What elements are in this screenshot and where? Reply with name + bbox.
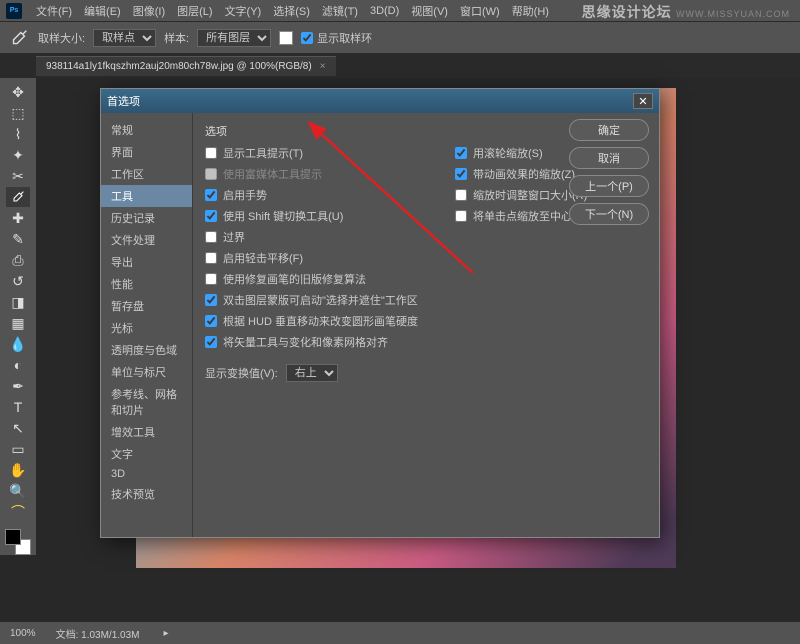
tool-dodge[interactable]: ◐ [6, 355, 30, 375]
swatch-icon[interactable] [279, 31, 293, 45]
menu-image[interactable]: 图像(I) [127, 3, 171, 19]
dialog-close-button[interactable]: ✕ [633, 93, 653, 109]
option-left-2[interactable]: 启用手势 [205, 187, 425, 203]
tool-marquee[interactable]: ⬚ [6, 103, 30, 123]
tool-banana[interactable]: ⌒ [6, 502, 30, 522]
doc-size: 文档: 1.03M/1.03M [56, 626, 140, 641]
tool-zoom[interactable]: 🔍 [6, 481, 30, 501]
prev-button[interactable]: 上一个(P) [569, 175, 649, 197]
nav-item-7[interactable]: 性能 [101, 273, 192, 295]
nav-item-8[interactable]: 暂存盘 [101, 295, 192, 317]
zoom-level[interactable]: 100% [10, 628, 36, 639]
nav-item-0[interactable]: 常规 [101, 119, 192, 141]
menu-view[interactable]: 视图(V) [405, 3, 454, 19]
transform-select[interactable]: 右上 [286, 364, 338, 382]
next-button[interactable]: 下一个(N) [569, 203, 649, 225]
option-right-0[interactable]: 用滚轮缩放(S) [455, 145, 587, 161]
nav-item-6[interactable]: 导出 [101, 251, 192, 273]
tool-history-brush[interactable]: ↺ [6, 271, 30, 291]
sample-mode-select[interactable]: 所有图层 [197, 29, 271, 47]
menu-3d[interactable]: 3D(D) [364, 5, 405, 17]
document-tab[interactable]: 938114a1ly1fkqszhm2auj20m80ch78w.jpg @ 1… [36, 56, 336, 76]
option-left-7[interactable]: 双击图层蒙版可启动"选择并遮住"工作区 [205, 292, 425, 308]
option-left-6[interactable]: 使用修复画笔的旧版修复算法 [205, 271, 425, 287]
option-left-9[interactable]: 将矢量工具与变化和像素网格对齐 [205, 334, 425, 350]
dialog-title-text: 首选项 [107, 93, 140, 109]
option-left-8[interactable]: 根据 HUD 垂直移动来改变圆形画笔硬度 [205, 313, 425, 329]
option-left-5[interactable]: 启用轻击平移(F) [205, 250, 425, 266]
tool-crop[interactable]: ✂ [6, 166, 30, 186]
nav-item-9[interactable]: 光标 [101, 317, 192, 339]
menu-window[interactable]: 窗口(W) [454, 3, 506, 19]
show-ring-checkbox[interactable]: 显示取样环 [301, 30, 372, 46]
chevron-right-icon[interactable]: ▸ [164, 628, 169, 639]
dialog-buttons: 确定 取消 上一个(P) 下一个(N) [569, 119, 649, 225]
option-left-0[interactable]: 显示工具提示(T) [205, 145, 425, 161]
eyedropper-icon [8, 27, 30, 49]
nav-item-12[interactable]: 参考线、网格和切片 [101, 383, 192, 421]
tool-brush[interactable]: ✎ [6, 229, 30, 249]
sample-size-label: 取样大小: [38, 30, 85, 46]
nav-item-13[interactable]: 增效工具 [101, 421, 192, 443]
tool-move[interactable]: ✥ [6, 82, 30, 102]
close-tab-icon[interactable]: × [320, 61, 326, 72]
ok-button[interactable]: 确定 [569, 119, 649, 141]
menu-type[interactable]: 文字(Y) [219, 3, 268, 19]
nav-item-2[interactable]: 工作区 [101, 163, 192, 185]
option-left-4[interactable]: 过界 [205, 229, 425, 245]
option-left-1: 使用富媒体工具提示 [205, 166, 425, 182]
tool-healing[interactable]: ✚ [6, 208, 30, 228]
transform-label: 显示变换值(V): [205, 365, 278, 381]
nav-item-3[interactable]: 工具 [101, 185, 192, 207]
tool-blur[interactable]: 💧 [6, 334, 30, 354]
nav-item-11[interactable]: 单位与标尺 [101, 361, 192, 383]
nav-item-15[interactable]: 3D [101, 465, 192, 483]
menu-filter[interactable]: 滤镜(T) [316, 3, 364, 19]
statusbar: 100% 文档: 1.03M/1.03M ▸ [0, 622, 800, 644]
nav-item-5[interactable]: 文件处理 [101, 229, 192, 251]
color-swatches[interactable] [5, 529, 31, 555]
tool-type[interactable]: T [6, 397, 30, 417]
nav-item-1[interactable]: 界面 [101, 141, 192, 163]
sample-size-select[interactable]: 取样点 [93, 29, 156, 47]
nav-item-14[interactable]: 文字 [101, 443, 192, 465]
toolbox: ✥ ⬚ ⌇ ✦ ✂ ✚ ✎ ⎙ ↺ ◨ ▦ 💧 ◐ ✒ T ↖ ▭ ✋ 🔍 ⌒ [0, 78, 36, 555]
option-left-3[interactable]: 使用 Shift 键切换工具(U) [205, 208, 425, 224]
menu-file[interactable]: 文件(F) [30, 3, 78, 19]
tool-eraser[interactable]: ◨ [6, 292, 30, 312]
nav-item-10[interactable]: 透明度与色域 [101, 339, 192, 361]
option-right-2[interactable]: 缩放时调整窗口大小(R) [455, 187, 587, 203]
options-bar: 取样大小: 取样点 样本: 所有图层 显示取样环 [0, 22, 800, 54]
tool-stamp[interactable]: ⎙ [6, 250, 30, 270]
tool-wand[interactable]: ✦ [6, 145, 30, 165]
preferences-dialog: 首选项 ✕ 常规界面工作区工具历史记录文件处理导出性能暂存盘光标透明度与色域单位… [100, 88, 660, 538]
menu-edit[interactable]: 编辑(E) [78, 3, 127, 19]
tool-path[interactable]: ↖ [6, 418, 30, 438]
tool-eyedropper[interactable] [6, 187, 30, 207]
cancel-button[interactable]: 取消 [569, 147, 649, 169]
tool-shape[interactable]: ▭ [6, 439, 30, 459]
menu-select[interactable]: 选择(S) [267, 3, 316, 19]
nav-item-4[interactable]: 历史记录 [101, 207, 192, 229]
tool-hand[interactable]: ✋ [6, 460, 30, 480]
sample-mode-label: 样本: [164, 30, 189, 46]
dialog-main: 确定 取消 上一个(P) 下一个(N) 选项 显示工具提示(T)使用富媒体工具提… [193, 113, 659, 537]
menu-help[interactable]: 帮助(H) [506, 3, 555, 19]
watermark: 思缘设计论坛 WWW.MISSYUAN.COM [582, 2, 790, 22]
tool-gradient[interactable]: ▦ [6, 313, 30, 333]
tool-lasso[interactable]: ⌇ [6, 124, 30, 144]
option-right-3[interactable]: 将单击点缩放至中心(K) [455, 208, 587, 224]
tool-pen[interactable]: ✒ [6, 376, 30, 396]
option-right-1[interactable]: 带动画效果的缩放(Z) [455, 166, 587, 182]
menu-layer[interactable]: 图层(L) [171, 3, 218, 19]
dialog-titlebar[interactable]: 首选项 ✕ [101, 89, 659, 113]
ps-icon: Ps [6, 3, 22, 19]
nav-item-16[interactable]: 技术预览 [101, 483, 192, 505]
document-tabs: 938114a1ly1fkqszhm2auj20m80ch78w.jpg @ 1… [0, 54, 800, 78]
dialog-nav: 常规界面工作区工具历史记录文件处理导出性能暂存盘光标透明度与色域单位与标尺参考线… [101, 113, 193, 537]
